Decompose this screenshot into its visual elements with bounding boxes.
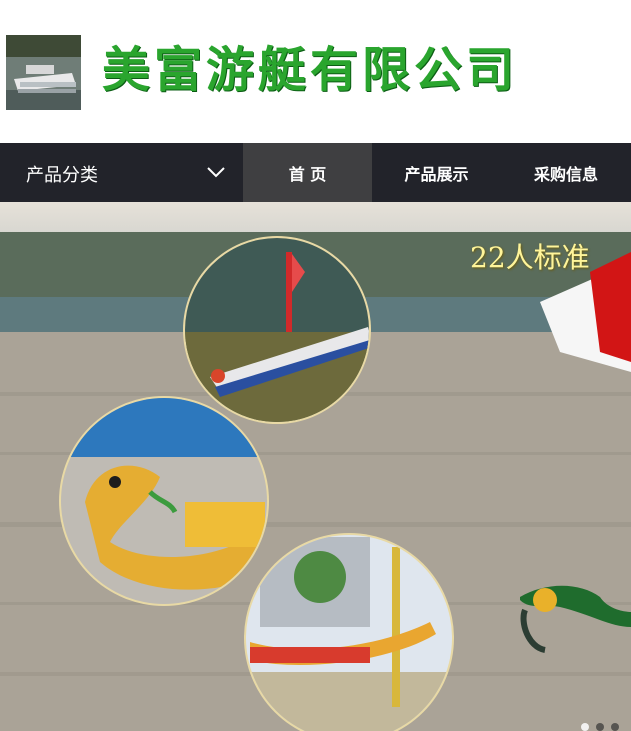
nav-item-home[interactable]: 首 页 [243,143,372,202]
nav-item-products[interactable]: 产品展示 [372,143,501,202]
hero-banner[interactable] [0,202,631,731]
promo-text: 22人标准 [470,241,590,274]
chevron-down-icon [205,161,227,183]
company-name: 美富游艇有限公司 [102,42,519,98]
category-label: 产品分类 [26,165,98,186]
main-nav: 产品分类 首 页 产品展示 采购信息 [0,143,631,202]
site-header: 美富游艇有限公司 [0,0,631,143]
logo-boat-photo[interactable] [6,35,81,110]
nav-item-purchase[interactable]: 采购信息 [501,143,631,202]
nav-category-dropdown[interactable]: 产品分类 [0,143,243,202]
